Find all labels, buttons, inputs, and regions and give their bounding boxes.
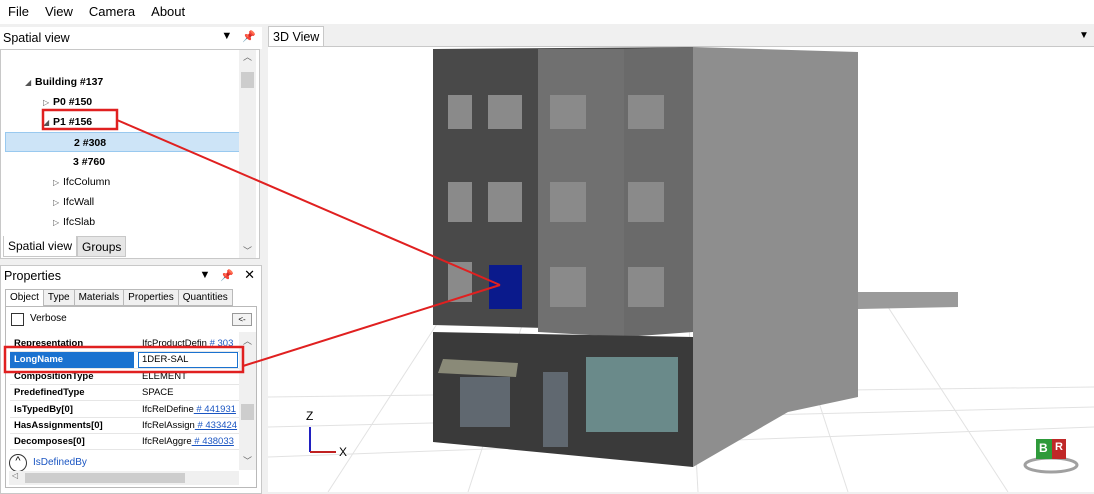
highlight-tree-item <box>41 108 119 131</box>
app-window: File View Camera About Spatial view ▼ 📌 … <box>0 0 1094 494</box>
highlight-longname <box>3 345 245 374</box>
annotation-overlay <box>3 108 501 374</box>
connector-line-bottom <box>242 284 501 367</box>
connector-line-top <box>116 119 501 286</box>
